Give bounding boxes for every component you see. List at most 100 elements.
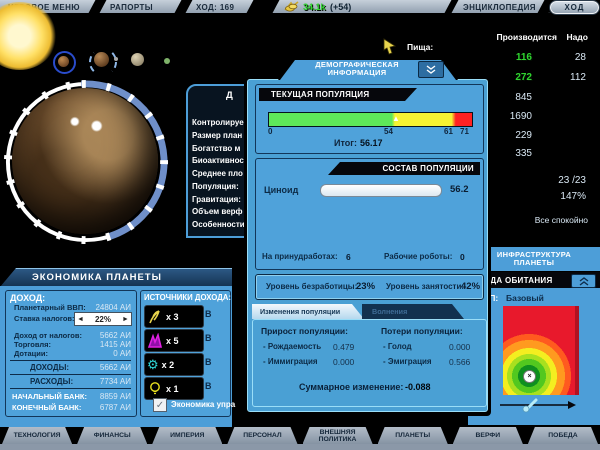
source-multiplier: x 5 (166, 336, 179, 346)
robots-value: 0 (460, 252, 465, 262)
income-source-research-button[interactable]: x 1 (144, 377, 204, 400)
bank-start-value: 8859 АИ (66, 392, 131, 401)
tax-increase-button[interactable]: ► (122, 316, 131, 323)
tab-foreign-policy[interactable]: ВНЕШНЯЯ ПОЛИТИКА (303, 427, 373, 444)
end-turn-button[interactable]: ХОД (550, 1, 599, 14)
tab-personnel[interactable]: ПЕРСОНАЛ (227, 427, 297, 444)
planet-data-row: Богатство м (192, 144, 240, 153)
source-multiplier: x 2 (162, 360, 175, 370)
tab-unrest-label: Волнения (372, 307, 407, 316)
morale-status: Все спокойно (506, 215, 588, 225)
moon-thumbnail[interactable] (114, 57, 118, 61)
species-name: Циноид (264, 185, 298, 195)
tax-decrease-button[interactable]: ◄ (75, 316, 84, 323)
scale-max: 71 (460, 127, 469, 136)
divider (445, 0, 459, 13)
income-source-agriculture-button[interactable]: x 3 (144, 305, 204, 328)
net-change-value: -0.088 (405, 382, 431, 392)
encyclopedia-button[interactable]: ЭНЦИКЛОПЕДИЯ (463, 3, 536, 12)
population-total-label: Итог: (334, 138, 357, 148)
planet-view[interactable] (12, 88, 158, 234)
collapse-popup-button[interactable] (418, 61, 444, 78)
tab-label: ТЕХНОЛОГИЯ (14, 432, 61, 439)
forced-labor-label: На принудработах: (262, 252, 338, 261)
birth-value: 0.479 (333, 342, 354, 352)
planet-data-row: Объем верф (192, 207, 243, 216)
planet-thumbnail-selected[interactable] (94, 52, 109, 67)
demography-popup: ТЕКУЩАЯ ПОПУЛЯЦИЯ ▲ 0 54 61 71 Итог: 56.… (244, 76, 491, 416)
popup-title-line2: ИНФОРМАЦИЯ (328, 69, 387, 77)
income-source-minerals-button[interactable]: x 5 (144, 329, 204, 352)
planet-data-title: Д (226, 90, 233, 101)
checkmark-icon: ✓ (156, 400, 164, 411)
tab-label: ВНЕШНЯЯ ПОЛИТИКА (310, 429, 366, 443)
tab-population-changes-label: Изменения популяции (260, 307, 340, 316)
tab-unrest[interactable]: Волнения (362, 304, 464, 319)
planet-data-row: Гравитация: (192, 195, 241, 204)
planet-data-row: Особенности (192, 220, 245, 229)
collapse-habitat-button[interactable] (571, 274, 596, 288)
losses-header: Потери популяции: (381, 326, 463, 336)
tab-shipyards[interactable]: ВЕРФИ (453, 427, 523, 444)
resource-needed: 112 (536, 72, 586, 83)
net-change-label: Суммарное изменение: (299, 382, 403, 392)
tab-label: ПЛАНЕТЫ (395, 432, 430, 439)
tab-planets[interactable]: ПЛАНЕТЫ (378, 427, 448, 444)
research-icon (147, 381, 163, 397)
employment-value: 42% (461, 281, 480, 292)
demography-popup-body: ТЕКУЩАЯ ПОПУЛЯЦИЯ ▲ 0 54 61 71 Итог: 56.… (247, 79, 488, 412)
employment-stats-box: Уровень безработицы: 23% Уровень занятос… (255, 274, 484, 300)
tax-rate-spinner: ◄ 22% ► (74, 312, 132, 326)
agriculture-icon (147, 309, 163, 325)
tab-technology[interactable]: ТЕХНОЛОГИЯ (2, 427, 72, 444)
credits-amount: 34.1k (303, 2, 326, 12)
source-suffix: В (205, 357, 212, 367)
demography-popup-tab[interactable]: ДЕМОГРАФИЧЕСКАЯ ИНФОРМАЦИЯ (278, 58, 458, 80)
credits-icon (284, 1, 300, 12)
bottom-tab-bar: ТЕХНОЛОГИЯ ФИНАНСЫ ИМПЕРИЯ ПЕРСОНАЛ ВНЕШ… (0, 427, 600, 444)
temperature-slider[interactable] (496, 397, 580, 413)
divider (10, 374, 131, 375)
economy-panel-title: ЭКОНОМИКА ПЛАНЕТЫ (32, 272, 162, 283)
source-multiplier: x 3 (166, 312, 179, 322)
planet-thumbnail[interactable] (131, 53, 144, 66)
population-capacity-bar: ▲ (268, 112, 473, 127)
economy-auto-checkbox[interactable]: ✓ (153, 398, 167, 412)
planet-thumbnail[interactable] (58, 56, 69, 67)
tab-label: ПОБЕДА (548, 432, 577, 439)
population-marker-icon: ▲ (392, 114, 400, 123)
income-source-industry-button[interactable]: ⚙ x 2 (144, 353, 204, 376)
tab-empire[interactable]: ИМПЕРИЯ (152, 427, 222, 444)
reports-button[interactable]: РАПОРТЫ (110, 3, 153, 12)
planet-thumbnail[interactable] (164, 58, 170, 64)
income-header: ДОХОД: (10, 293, 45, 303)
immigration-label: - Иммиграция (263, 357, 318, 366)
trade-value: 1415 АИ (66, 340, 131, 349)
current-population-header: ТЕКУЩАЯ ПОПУЛЯЦИЯ (271, 90, 369, 99)
subsidies-value: 0 АИ (66, 349, 131, 358)
infrastructure-tab-line2: ПЛАНЕТЫ (514, 259, 555, 267)
tab-finance[interactable]: ФИНАНСЫ (77, 427, 147, 444)
planet-data-row: Биоактивнос (192, 156, 244, 165)
current-population-section: ТЕКУЩАЯ ПОПУЛЯЦИЯ ▲ 0 54 61 71 Итог: 56.… (255, 84, 484, 154)
scale-yellow-end: 61 (444, 127, 453, 136)
current-population-banner: ТЕКУЩАЯ ПОПУЛЯЦИЯ (259, 88, 417, 101)
unemployment-label: Уровень безработицы: (266, 282, 357, 291)
divider (247, 0, 280, 13)
resource-produced: 116 (482, 52, 532, 63)
industry-icon: ⚙ (147, 358, 159, 371)
habitat-suitability-map (503, 306, 579, 395)
employment-label: Уровень занятости: (386, 282, 464, 291)
species-population-bar[interactable] (320, 184, 442, 197)
turn-counter: ХОД: 169 (196, 3, 234, 12)
tab-victory[interactable]: ПОБЕДА (528, 427, 598, 444)
planet-data-row: Среднее пло (192, 169, 243, 178)
birth-label: - Рождаемость (263, 342, 321, 351)
tax-rate-label: Ставка налогов: (14, 314, 75, 323)
famine-label: - Голод (383, 342, 412, 351)
tab-population-changes[interactable]: Изменения популяции (252, 304, 364, 319)
usage-percent: 147% (506, 191, 586, 202)
income-sources-box: ИСТОЧНИКИ ДОХОДА: x 3 В x 5 В ⚙ x 2 В x … (140, 290, 231, 417)
composition-banner: СОСТАВ ПОПУЛЯЦИИ (328, 162, 480, 175)
planet-data-row: Контролируе (192, 118, 244, 127)
